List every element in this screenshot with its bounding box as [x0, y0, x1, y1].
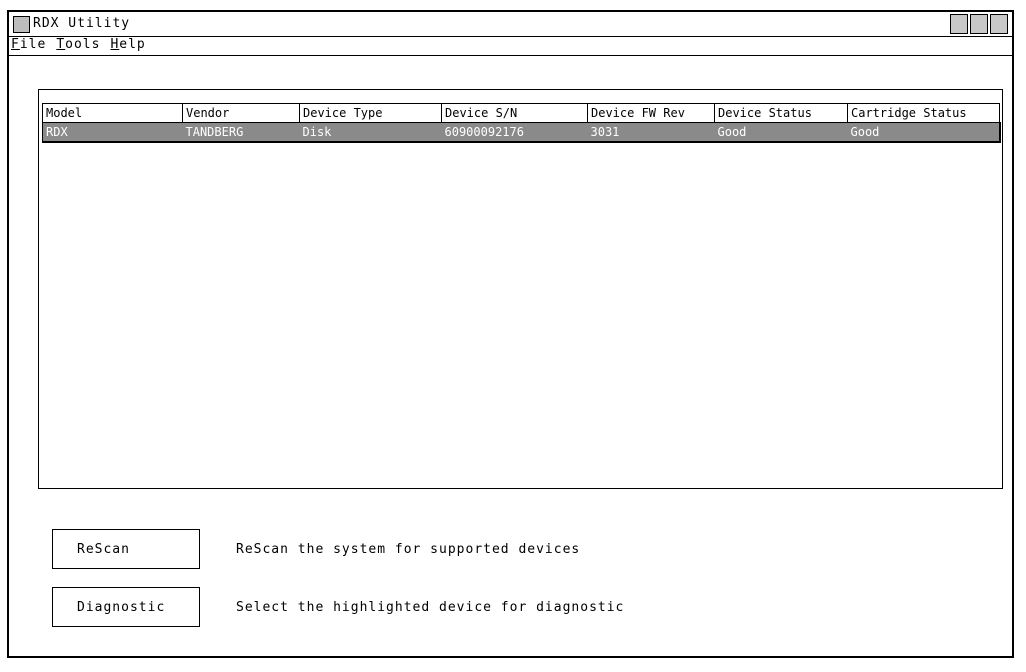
menu-file-mnemonic: F — [11, 37, 20, 52]
menu-divider — [9, 55, 1012, 56]
maximize-button[interactable] — [970, 14, 988, 34]
menu-tools-mnemonic: T — [56, 37, 66, 52]
cell-device-sn: 60900092176 — [441, 122, 588, 143]
cell-cartridge-status: Good — [847, 122, 1001, 143]
column-header-model[interactable]: Model — [42, 103, 183, 123]
menu-bar: File Tools Help — [9, 37, 156, 53]
menu-tools-label: ools — [65, 37, 101, 52]
cell-vendor: TANDBERG — [182, 122, 300, 143]
diagnostic-button[interactable]: Diagnostic — [52, 587, 200, 627]
column-header-device-type[interactable]: Device Type — [299, 103, 442, 123]
rescan-button[interactable]: ReScan — [52, 529, 200, 569]
cell-device-fw-rev: 3031 — [587, 122, 715, 143]
close-button[interactable] — [990, 14, 1008, 34]
menu-tools[interactable]: Tools — [56, 37, 104, 53]
menu-file-label: ile — [19, 37, 47, 52]
rescan-description: ReScan the system for supported devices — [236, 542, 581, 557]
column-header-vendor[interactable]: Vendor — [182, 103, 300, 123]
window-title: RDX Utility — [33, 16, 131, 31]
device-table: Model Vendor Device Type Device S/N Devi… — [42, 103, 1001, 143]
table-header-row: Model Vendor Device Type Device S/N Devi… — [42, 103, 1000, 123]
menu-help-label: elp — [119, 37, 146, 52]
column-header-cartridge-status[interactable]: Cartridge Status — [847, 103, 1000, 123]
menu-help[interactable]: Help — [110, 37, 149, 53]
menu-file[interactable]: File — [11, 37, 50, 53]
window-controls — [950, 14, 1008, 34]
cell-device-status: Good — [714, 122, 848, 143]
system-menu-icon[interactable] — [13, 16, 30, 33]
column-header-device-fw-rev[interactable]: Device FW Rev — [587, 103, 715, 123]
app-window: RDX Utility File Tools Help Model Vendor… — [7, 10, 1014, 658]
column-header-device-status[interactable]: Device Status — [714, 103, 848, 123]
cell-device-type: Disk — [299, 122, 442, 143]
menu-help-mnemonic: H — [110, 37, 120, 52]
device-list[interactable]: Model Vendor Device Type Device S/N Devi… — [38, 89, 1003, 489]
column-header-device-sn[interactable]: Device S/N — [441, 103, 588, 123]
diagnostic-description: Select the highlighted device for diagno… — [236, 600, 625, 615]
title-bar: RDX Utility — [9, 12, 1012, 37]
cell-model: RDX — [42, 122, 183, 143]
minimize-button[interactable] — [950, 14, 968, 34]
table-row[interactable]: RDX TANDBERG Disk 60900092176 3031 Good … — [42, 122, 1001, 143]
